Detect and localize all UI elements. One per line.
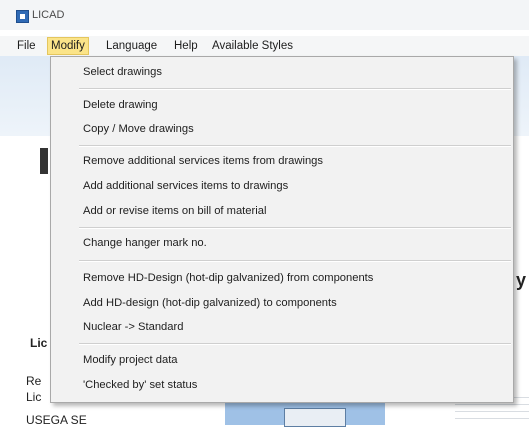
menu-separator: [79, 343, 511, 345]
menu-item-add-additional-services[interactable]: Add additional services items to drawing…: [83, 178, 288, 194]
menu-item-add-hd-design[interactable]: Add HD-design (hot-dip galvanized) to co…: [83, 295, 337, 311]
license-line-1: Re: [26, 374, 42, 388]
menu-item-select-drawings[interactable]: Select drawings: [83, 64, 162, 80]
banner-graphic: [40, 148, 48, 174]
license-heading: Lic: [30, 336, 48, 350]
license-line-2: Lic: [26, 390, 42, 404]
menu-separator: [79, 227, 511, 229]
footer-button[interactable]: [284, 408, 346, 427]
menu-item-change-hanger-mark[interactable]: Change hanger mark no.: [83, 235, 207, 251]
menu-item-nuclear-standard[interactable]: Nuclear -> Standard: [83, 319, 183, 335]
menu-item-delete-drawing[interactable]: Delete drawing: [83, 97, 158, 113]
app-icon: [16, 10, 29, 23]
menu-separator: [79, 145, 511, 147]
menu-item-remove-additional-services[interactable]: Remove additional services items from dr…: [83, 153, 323, 169]
menu-file[interactable]: File: [14, 38, 39, 54]
menu-separator: [79, 88, 511, 90]
window-title: LICAD: [32, 9, 65, 21]
menu-bar: File Modify Language Help Available Styl…: [0, 36, 529, 56]
title-bar: LICAD: [0, 0, 529, 30]
menu-item-add-revise-bom[interactable]: Add or revise items on bill of material: [83, 203, 266, 219]
modify-dropdown-menu: Select drawings Delete drawing Copy / Mo…: [50, 56, 514, 403]
menu-help[interactable]: Help: [171, 38, 201, 54]
menu-item-remove-hd-design[interactable]: Remove HD-Design (hot-dip galvanized) fr…: [83, 270, 373, 286]
menu-item-copy-move-drawings[interactable]: Copy / Move drawings: [83, 121, 194, 137]
menu-separator: [79, 260, 511, 262]
menu-item-checked-by-status[interactable]: 'Checked by' set status: [83, 377, 197, 393]
menu-language[interactable]: Language: [103, 38, 160, 54]
menu-item-modify-project-data[interactable]: Modify project data: [83, 352, 178, 368]
menu-available-styles[interactable]: Available Styles: [209, 38, 296, 54]
right-heading-fragment: y: [516, 270, 527, 290]
menu-modify[interactable]: Modify: [47, 37, 89, 55]
